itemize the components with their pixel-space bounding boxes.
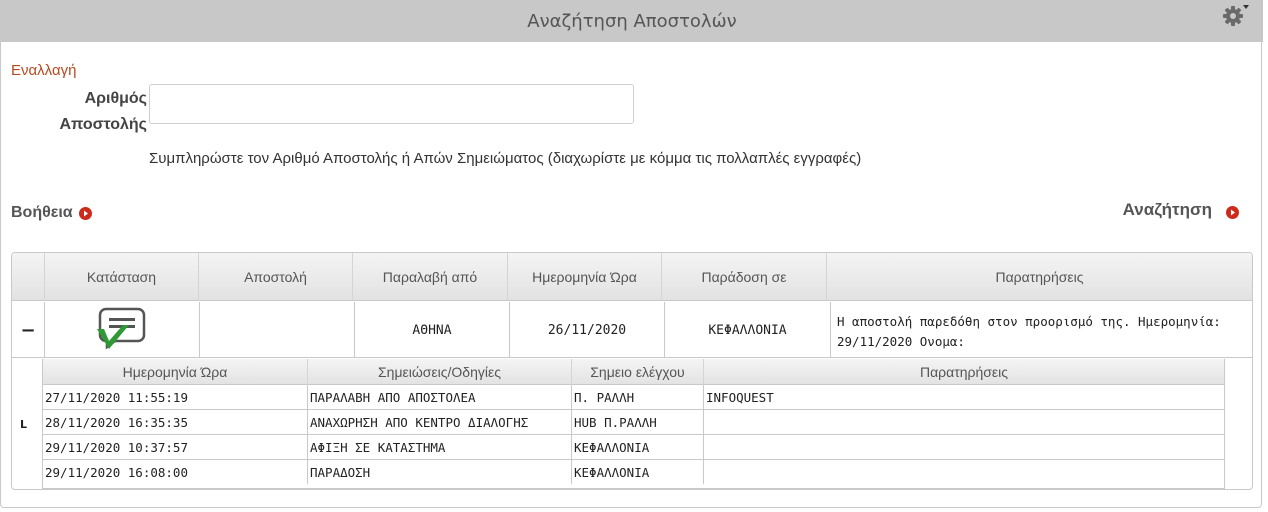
delivery-cell: ΚΕΦΑΛΛΟΝΙΑ	[664, 302, 830, 358]
subgrid-toggle[interactable]: L	[20, 418, 27, 431]
table-row: 28/11/2020 16:35:35 ΑΝΑΧΩΡΗΣΗ ΑΠΟ ΚΕΝΤΡΟ…	[43, 410, 1224, 435]
event-checkpoint: ΚΕΦΑΛΛΟΝΙΑ	[571, 460, 703, 484]
event-notes: ΑΝΑΧΩΡΗΣΗ ΑΠΟ ΚΕΝΤΡΟ ΔΙΑΛΟΓΗΣ	[307, 410, 571, 434]
shipment-number-input[interactable]	[149, 84, 634, 124]
help-label: Βοήθεια	[11, 204, 73, 221]
column-header-notes[interactable]: Σημειώσεις/Οδηγίες	[307, 359, 571, 385]
arrow-right-icon	[78, 206, 92, 220]
table-row: 27/11/2020 11:55:19 ΠΑΡΑΛΑΒΗ ΑΠΟ ΑΠΟΣΤΟΛ…	[43, 385, 1224, 410]
input-hint: Συμπληρώστε τον Αριθμό Αποστολής ή Απών …	[149, 150, 862, 167]
remarks-cell: Η αποστολή παρεδόθη στον προορισμό της. …	[830, 302, 1252, 358]
table-row: 29/11/2020 10:37:57 ΑΦΙΞΗ ΣΕ ΚΑΤΑΣΤΗΜΑ Κ…	[43, 435, 1224, 460]
event-checkpoint: HUB Π.ΡΑΛΛΗ	[571, 410, 703, 434]
search-label: Αναζήτηση	[1122, 200, 1212, 219]
column-header-datetime[interactable]: Ημερομηνία Ώρα	[507, 253, 661, 301]
event-notes: ΠΑΡΑΔΟΣΗ	[307, 460, 571, 484]
status-cell	[44, 302, 199, 358]
event-remarks	[703, 460, 1224, 484]
search-button[interactable]: Αναζήτηση	[1123, 200, 1239, 220]
tracking-history-header: Ημερομηνία Ώρα Σημειώσεις/Οδηγίες Σημειο…	[43, 359, 1224, 385]
event-remarks	[703, 410, 1224, 434]
column-header-event-datetime[interactable]: Ημερομηνία Ώρα	[43, 359, 307, 385]
event-checkpoint: Π. ΡΑΛΛΗ	[571, 385, 703, 409]
column-header-status[interactable]: Κατάσταση	[44, 253, 198, 301]
gear-icon[interactable]	[1221, 3, 1249, 27]
event-remarks	[703, 435, 1224, 459]
page-title: Αναζήτηση Αποστολών	[527, 10, 737, 32]
event-datetime: 29/11/2020 16:08:00	[45, 464, 188, 480]
column-header-event-remarks[interactable]: Παρατηρήσεις	[703, 359, 1224, 385]
help-link[interactable]: Βοήθεια	[11, 204, 92, 222]
results-grid: Κατάσταση Αποστολή Παραλαβή από Ημερομην…	[11, 252, 1253, 490]
event-datetime: 27/11/2020 11:55:19	[45, 389, 188, 405]
event-notes: ΑΦΙΞΗ ΣΕ ΚΑΤΑΣΤΗΜΑ	[307, 435, 571, 459]
results-header: Κατάσταση Αποστολή Παραλαβή από Ημερομην…	[12, 253, 1252, 301]
datetime-cell: 26/11/2020	[509, 302, 664, 358]
event-checkpoint: ΚΕΦΑΛΛΟΝΙΑ	[571, 435, 703, 459]
table-row[interactable]: − ΑΘΗΝΑ 26/11/2020 ΚΕΦΑΛΛΟΝΙΑ Η αποστολή…	[12, 302, 1252, 358]
tracking-history-table: Ημερομηνία Ώρα Σημειώσεις/Οδηγίες Σημειο…	[42, 359, 1225, 489]
event-datetime: 29/11/2020 10:37:57	[45, 439, 188, 455]
collapse-row-button[interactable]: −	[12, 302, 44, 358]
shipment-number-label: Αριθμός Αποστολής	[59, 90, 147, 133]
column-header-remarks[interactable]: Παρατηρήσεις	[826, 253, 1252, 301]
shipment-cell	[199, 302, 354, 358]
delivered-check-icon	[95, 307, 149, 353]
arrow-right-icon	[1226, 204, 1239, 219]
search-panel: Αναζήτηση Αποστολών Εναλλαγή Αριθμός Απο…	[0, 0, 1263, 508]
column-header-pickup[interactable]: Παραλαβή από	[352, 253, 507, 301]
event-datetime: 28/11/2020 16:35:35	[45, 414, 188, 430]
table-row: 29/11/2020 16:08:00 ΠΑΡΑΔΟΣΗ ΚΕΦΑΛΛΟΝΙΑ	[43, 460, 1224, 485]
event-notes: ΠΑΡΑΛΑΒΗ ΑΠΟ ΑΠΟΣΤΟΛΕΑ	[307, 385, 571, 409]
pickup-cell: ΑΘΗΝΑ	[354, 302, 509, 358]
expand-column-header	[12, 253, 44, 301]
column-header-shipment[interactable]: Αποστολή	[198, 253, 352, 301]
event-remarks: INFOQUEST	[703, 385, 1224, 409]
column-header-checkpoint[interactable]: Σημειο ελέγχου	[571, 359, 703, 385]
column-header-delivery[interactable]: Παράδοση σε	[661, 253, 826, 301]
title-bar: Αναζήτηση Αποστολών	[1, 0, 1263, 42]
switch-link[interactable]: Εναλλαγή	[11, 62, 76, 79]
